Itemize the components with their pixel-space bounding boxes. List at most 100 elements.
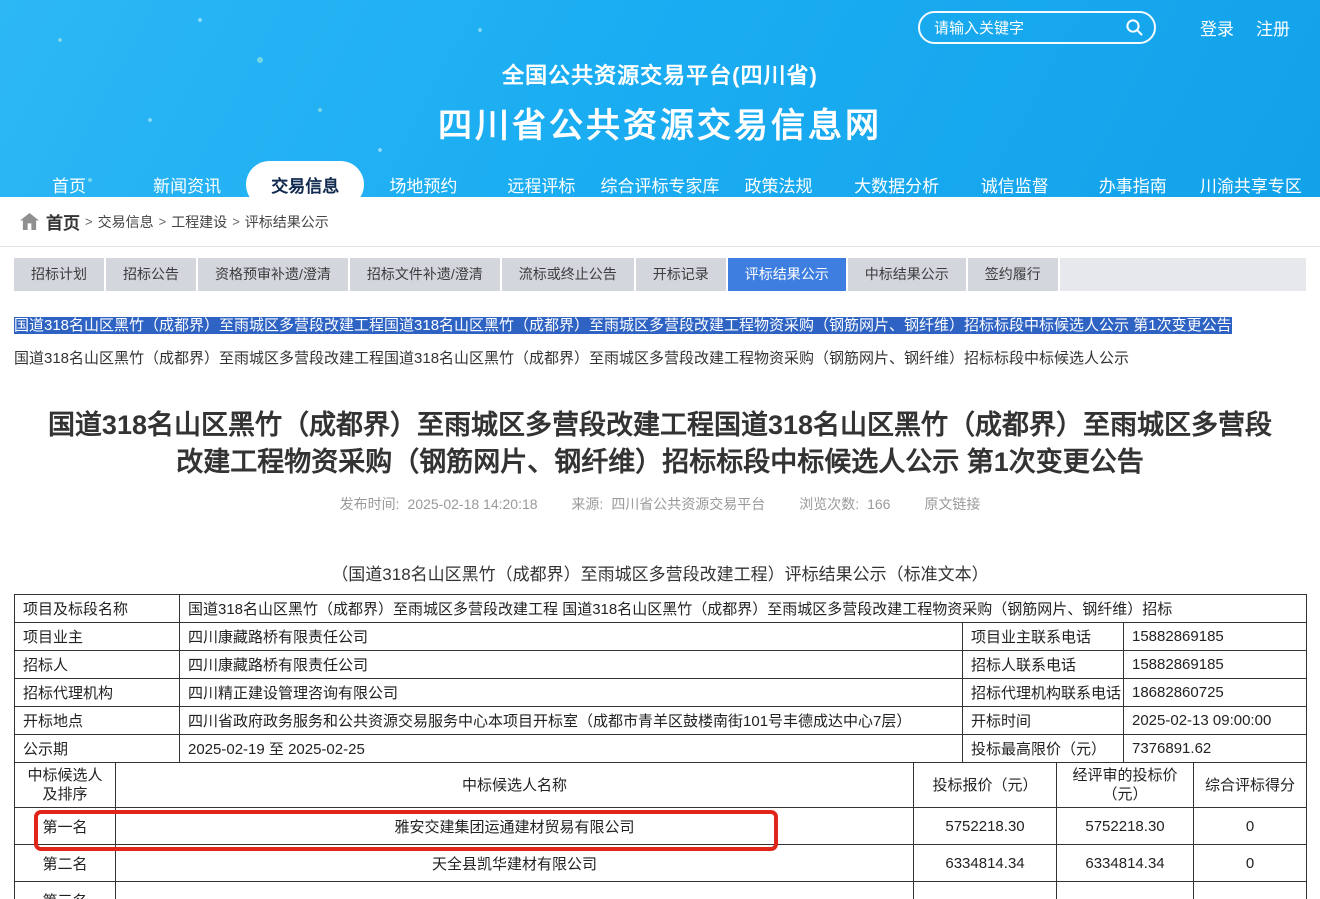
rank-cell: 第一名 [15, 808, 116, 845]
source-value: 四川省公共资源交易平台 [611, 496, 765, 512]
breadcrumb-trade-info[interactable]: 交易信息 [98, 212, 154, 232]
breadcrumb-separator: > [159, 214, 167, 229]
max-price-value: 7376891.62 [1124, 735, 1307, 763]
tab-bid-opening-record[interactable]: 开标记录 [636, 258, 726, 291]
tab-failed-or-terminated[interactable]: 流标或终止公告 [502, 258, 634, 291]
announcement-item-highlighted[interactable]: 国道318名山区黑竹（成都界）至雨城区多营段改建工程国道318名山区黑竹（成都界… [14, 316, 1306, 335]
publicity-period-value: 2025-02-19 至 2025-02-25 [180, 735, 963, 763]
tab-bid-announcement[interactable]: 招标公告 [106, 258, 196, 291]
nav-item-big-data[interactable]: 大数据分析 [838, 172, 956, 197]
agency-phone-value: 18682860725 [1124, 679, 1307, 707]
candidate-name-cell [116, 882, 914, 899]
views-label: 浏览次数: [799, 496, 859, 512]
nav-item-news[interactable]: 新闻资讯 [128, 172, 246, 197]
info-row-publicity-period: 公示期 2025-02-19 至 2025-02-25 投标最高限价（元） 73… [15, 735, 1307, 763]
tenderer-phone-label: 招标人联系电话 [963, 651, 1124, 679]
score-cell: 0 [1194, 845, 1307, 882]
project-name-value: 国道318名山区黑竹（成都界）至雨城区多营段改建工程 国道318名山区黑竹（成都… [180, 595, 1307, 623]
tab-prequalification-addendum[interactable]: 资格预审补遗/澄清 [198, 258, 348, 291]
nav-item-integrity[interactable]: 诚信监督 [956, 172, 1074, 197]
project-name-label: 项目及标段名称 [15, 595, 180, 623]
tenderer-phone-value: 15882869185 [1124, 651, 1307, 679]
candidates-header-row: 中标候选人及排序 中标候选人名称 投标报价（元） 经评审的投标价（元） 综合评标… [15, 763, 1307, 808]
article-title: 国道318名山区黑竹（成都界）至雨城区多营段改建工程国道318名山区黑竹（成都界… [35, 407, 1285, 481]
bid-price-cell: 6334814.34 [914, 845, 1057, 882]
breadcrumb-separator: > [232, 214, 240, 229]
candidate-name-header: 中标候选人名称 [116, 763, 914, 808]
platform-title: 全国公共资源交易平台(四川省) [0, 58, 1320, 90]
search-placeholder: 请输入关键字 [934, 17, 1024, 38]
tab-award-result[interactable]: 中标结果公示 [848, 258, 966, 291]
source-label: 来源: [571, 496, 603, 512]
main-nav: 首页 新闻资讯 交易信息 场地预约 远程评标 综合评标专家库 政策法规 大数据分… [0, 161, 1320, 208]
tab-strip-filler [1060, 258, 1306, 291]
reviewed-price-header: 经评审的投标价（元） [1057, 763, 1194, 808]
reviewed-price-cell [1057, 882, 1194, 899]
score-header: 综合评标得分 [1194, 763, 1307, 808]
breadcrumb-evaluation-result[interactable]: 评标结果公示 [245, 212, 329, 232]
max-price-label: 投标最高限价（元） [963, 735, 1124, 763]
opening-time-value: 2025-02-13 09:00:00 [1124, 707, 1307, 735]
original-link[interactable]: 原文链接 [924, 496, 980, 512]
tenderer-value: 四川康藏路桥有限责任公司 [180, 651, 963, 679]
home-icon [20, 213, 39, 230]
breadcrumb-engineering[interactable]: 工程建设 [171, 212, 227, 232]
rank-cell: 第二名 [15, 845, 116, 882]
candidate-name-cell: 雅安交建集团运通建材贸易有限公司 [116, 808, 914, 845]
breadcrumb-separator: > [85, 214, 93, 229]
agency-value: 四川精正建设管理咨询有限公司 [180, 679, 963, 707]
owner-value: 四川康藏路桥有限责任公司 [180, 623, 963, 651]
announcement-link-selected[interactable]: 国道318名山区黑竹（成都界）至雨城区多营段改建工程国道318名山区黑竹（成都界… [14, 317, 1232, 334]
breadcrumb-home[interactable]: 首页 [46, 209, 80, 234]
info-row-owner: 项目业主 四川康藏路桥有限责任公司 项目业主联系电话 15882869185 [15, 623, 1307, 651]
candidates-table: 中标候选人及排序 中标候选人名称 投标报价（元） 经评审的投标价（元） 综合评标… [14, 762, 1307, 899]
search-input[interactable]: 请输入关键字 [918, 11, 1156, 44]
candidate-row-first: 第一名 雅安交建集团运通建材贸易有限公司 5752218.30 5752218.… [15, 808, 1307, 845]
login-link[interactable]: 登录 [1200, 15, 1234, 40]
opening-place-label: 开标地点 [15, 707, 180, 735]
publish-time-label: 发布时间: [340, 496, 400, 512]
tab-contract-performance[interactable]: 签约履行 [968, 258, 1058, 291]
owner-phone-value: 15882869185 [1124, 623, 1307, 651]
header-top: 请输入关键字 登录 注册 [0, 0, 1320, 44]
tab-strip: 招标计划 招标公告 资格预审补遗/澄清 招标文件补遗/澄清 流标或终止公告 开标… [14, 258, 1306, 291]
nav-item-expert-pool[interactable]: 综合评标专家库 [600, 172, 719, 197]
info-row-opening-place: 开标地点 四川省政府政务服务和公共资源交易服务中心本项目开标室（成都市青羊区鼓楼… [15, 707, 1307, 735]
bid-price-cell [914, 882, 1057, 899]
info-row-project-name: 项目及标段名称 国道318名山区黑竹（成都界）至雨城区多营段改建工程 国道318… [15, 595, 1307, 623]
bid-price-header: 投标报价（元） [914, 763, 1057, 808]
agency-phone-label: 招标代理机构联系电话 [963, 679, 1124, 707]
bid-price-cell: 5752218.30 [914, 808, 1057, 845]
nav-item-policies[interactable]: 政策法规 [719, 172, 837, 197]
announcement-item[interactable]: 国道318名山区黑竹（成都界）至雨城区多营段改建工程国道318名山区黑竹（成都界… [14, 349, 1306, 368]
article-meta: 发布时间:2025-02-18 14:20:18 来源:四川省公共资源交易平台 … [0, 494, 1320, 514]
publish-time-value: 2025-02-18 14:20:18 [408, 496, 538, 512]
score-cell [1194, 882, 1307, 899]
tab-evaluation-result[interactable]: 评标结果公示 [728, 258, 846, 291]
site-header: 请输入关键字 登录 注册 全国公共资源交易平台(四川省) 四川省公共资源交易信息… [0, 0, 1320, 197]
candidate-name-cell: 天全县凯华建材有限公司 [116, 845, 914, 882]
reviewed-price-cell: 5752218.30 [1057, 808, 1194, 845]
nav-item-home[interactable]: 首页 [10, 172, 128, 197]
reviewed-price-cell: 6334814.34 [1057, 845, 1194, 882]
views-value: 166 [867, 496, 890, 512]
tab-bid-plan[interactable]: 招标计划 [14, 258, 104, 291]
nav-item-remote-evaluation[interactable]: 远程评标 [482, 172, 600, 197]
candidate-row-second: 第二名 天全县凯华建材有限公司 6334814.34 6334814.34 0 [15, 845, 1307, 882]
nav-item-trade-info[interactable]: 交易信息 [246, 161, 364, 208]
nav-item-chuanyu-zone[interactable]: 川渝共享专区 [1192, 172, 1310, 197]
score-cell: 0 [1194, 808, 1307, 845]
tab-bid-doc-addendum[interactable]: 招标文件补遗/澄清 [350, 258, 500, 291]
info-row-tenderer: 招标人 四川康藏路桥有限责任公司 招标人联系电话 15882869185 [15, 651, 1307, 679]
owner-phone-label: 项目业主联系电话 [963, 623, 1124, 651]
info-table-wrap: 项目及标段名称 国道318名山区黑竹（成都界）至雨城区多营段改建工程 国道318… [14, 594, 1306, 899]
nav-item-guide[interactable]: 办事指南 [1074, 172, 1192, 197]
tenderer-label: 招标人 [15, 651, 180, 679]
register-link[interactable]: 注册 [1256, 15, 1290, 40]
opening-place-value: 四川省政府政务服务和公共资源交易服务中心本项目开标室（成都市青羊区鼓楼南街101… [180, 707, 963, 735]
owner-label: 项目业主 [15, 623, 180, 651]
nav-item-venue-booking[interactable]: 场地预约 [364, 172, 482, 197]
rank-header: 中标候选人及排序 [15, 763, 116, 808]
info-row-agency: 招标代理机构 四川精正建设管理咨询有限公司 招标代理机构联系电话 1868286… [15, 679, 1307, 707]
search-icon[interactable] [1124, 17, 1144, 37]
